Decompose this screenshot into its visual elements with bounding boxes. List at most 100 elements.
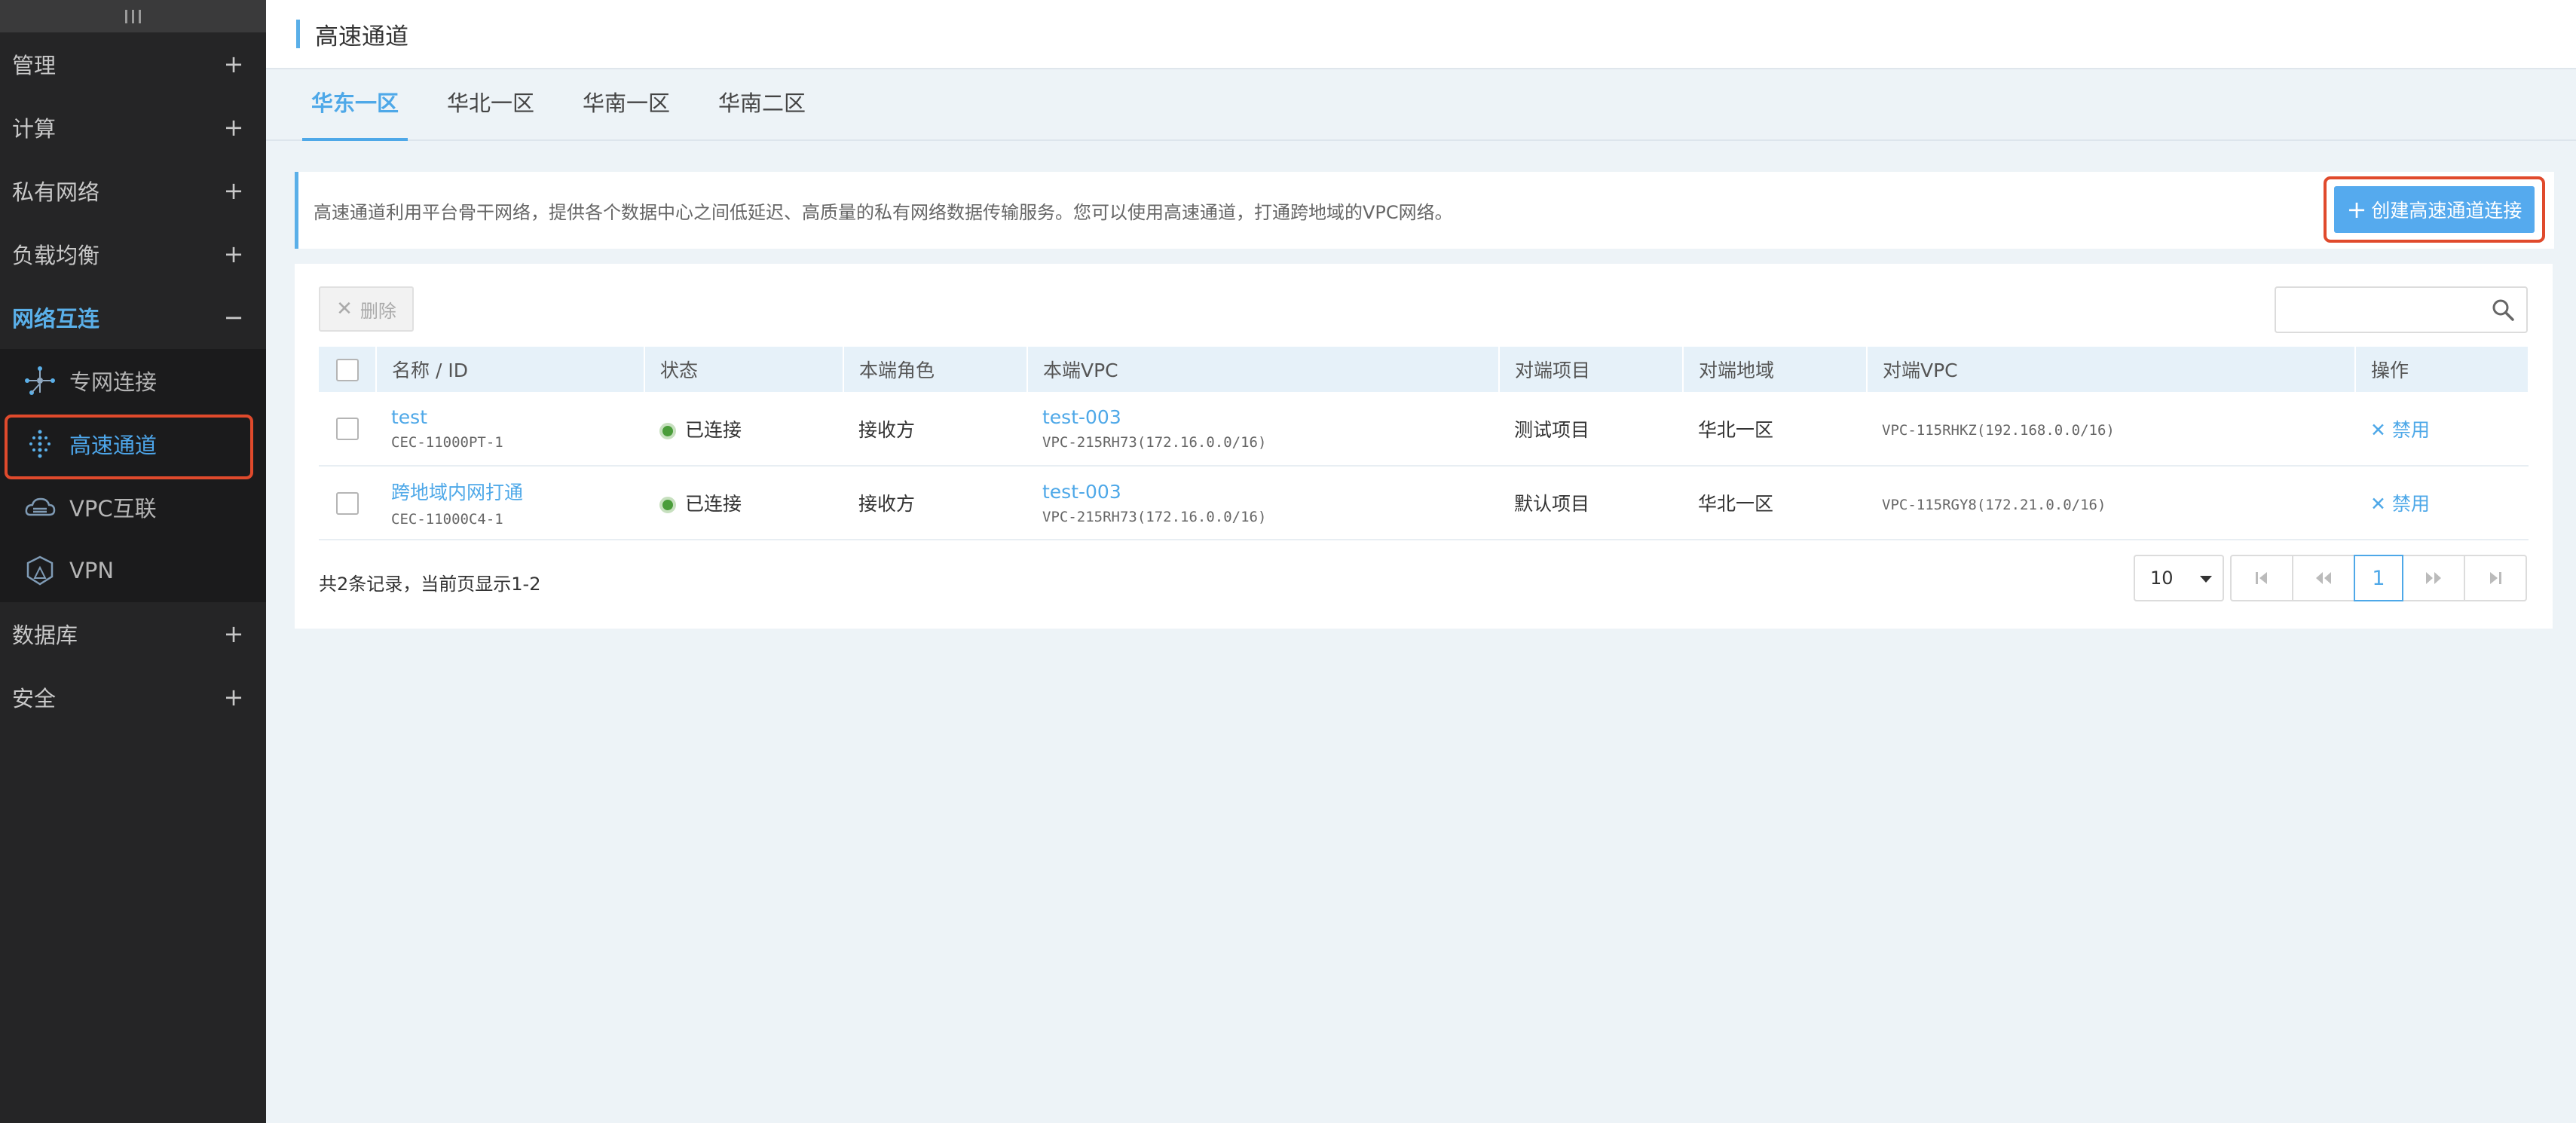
action-cell: ✕ 禁用 bbox=[2355, 466, 2529, 540]
peer-vpc-cell: VPC-115RGY8(172.21.0.0/16) bbox=[1867, 466, 2355, 540]
sidebar-collapse-toggle[interactable] bbox=[0, 0, 266, 32]
page-number-button[interactable]: 1 bbox=[2354, 555, 2403, 601]
pagination: 1 bbox=[2230, 555, 2527, 601]
expand-icon: + bbox=[223, 620, 244, 648]
create-express-channel-button[interactable]: + 创建高速通道连接 bbox=[2334, 186, 2535, 233]
first-page-button[interactable] bbox=[2230, 555, 2293, 601]
double-chevron-left-icon bbox=[2316, 572, 2331, 584]
peer-project-cell: 默认项目 bbox=[1499, 466, 1683, 540]
column-header: 本端角色 bbox=[843, 347, 1028, 392]
select-all-checkbox[interactable] bbox=[335, 358, 359, 381]
menu-group-load-balancing[interactable]: 负载均衡 + bbox=[0, 222, 266, 286]
express-channel-icon bbox=[29, 430, 50, 458]
header-checkbox-cell bbox=[319, 347, 377, 392]
role-cell: 接收方 bbox=[843, 392, 1027, 467]
delete-label: 删除 bbox=[359, 300, 396, 322]
status-connected-icon bbox=[659, 422, 676, 439]
search-box bbox=[2275, 286, 2528, 333]
shield-icon bbox=[26, 555, 54, 586]
next-page-button[interactable] bbox=[2402, 555, 2465, 601]
page-size-select[interactable]: 10 bbox=[2134, 555, 2224, 601]
region-tabs: 华东一区 华北一区 华南一区 华南二区 bbox=[266, 69, 2576, 141]
sidebar-item-vpn[interactable]: VPN bbox=[0, 539, 266, 602]
delete-button[interactable]: ✕ 删除 bbox=[319, 286, 414, 332]
row-checkbox[interactable] bbox=[336, 418, 359, 440]
sidebar-item-label: 高速通道 bbox=[69, 433, 158, 458]
connection-id: CEC-11000C4-1 bbox=[391, 511, 503, 528]
peer-project-cell: 测试项目 bbox=[1499, 392, 1683, 467]
menu-group-compute[interactable]: 计算 + bbox=[0, 96, 266, 159]
sidebar-item-express-channel[interactable]: 高速通道 bbox=[0, 412, 266, 479]
main-content: 高速通道 华东一区 华北一区 华南一区 华南二区 高速通道利用平台骨干网络，提供… bbox=[266, 0, 2576, 1123]
local-vpc-link[interactable]: test-003 bbox=[1042, 481, 1121, 503]
disable-button[interactable]: ✕ 禁用 bbox=[2370, 419, 2430, 441]
search-input[interactable] bbox=[2276, 288, 2480, 330]
status-text: 已连接 bbox=[685, 418, 742, 441]
menu-group-label: 负载均衡 bbox=[12, 243, 100, 268]
local-vpc-cell: test-003 VPC-215RH73(172.16.0.0/16) bbox=[1027, 392, 1499, 467]
title-marker bbox=[296, 20, 300, 48]
last-page-button[interactable] bbox=[2464, 555, 2527, 601]
column-header: 对端VPC bbox=[1867, 347, 2356, 392]
connection-id: CEC-11000PT-1 bbox=[391, 434, 503, 451]
menu-group-security[interactable]: 安全 + bbox=[0, 666, 266, 729]
create-button-highlight: + 创建高速通道连接 bbox=[2324, 176, 2545, 243]
info-notice: 高速通道利用平台骨干网络，提供各个数据中心之间低延迟、高质量的私有网络数据传输服… bbox=[295, 172, 2554, 249]
column-header: 操作 bbox=[2355, 347, 2529, 392]
table-row: test CEC-11000PT-1 已连接 接收方 test-003 VPC-… bbox=[319, 392, 2529, 467]
peer-vpc-cell: VPC-115RHKZ(192.168.0.0/16) bbox=[1867, 392, 2355, 467]
sidebar-item-vpc-peering[interactable]: VPC互联 bbox=[0, 476, 266, 539]
tab-north-china-1[interactable]: 华北一区 bbox=[447, 68, 534, 139]
collapse-icon: − bbox=[223, 303, 244, 332]
create-button-label: 创建高速通道连接 bbox=[2371, 200, 2522, 222]
column-header: 对端项目 bbox=[1499, 347, 1684, 392]
expand-icon: + bbox=[223, 240, 244, 268]
submenu-interconnect: 专网连接 高速通道 VPC互联 VPN bbox=[0, 349, 266, 602]
last-page-icon bbox=[2490, 572, 2501, 584]
close-icon: ✕ bbox=[2370, 418, 2386, 441]
menu-group-database[interactable]: 数据库 + bbox=[0, 602, 266, 666]
row-checkbox[interactable] bbox=[336, 491, 359, 515]
sidebar-item-label: VPC互联 bbox=[69, 496, 157, 522]
menu-group-interconnect[interactable]: 网络互连 − bbox=[0, 286, 266, 349]
action-cell: ✕ 禁用 bbox=[2355, 392, 2529, 467]
close-icon: ✕ bbox=[2370, 493, 2386, 515]
menu-bars-icon bbox=[125, 9, 141, 23]
app: 管理 + 计算 + 私有网络 + 负载均衡 + 网络互连 − 专网连接 高速通道… bbox=[0, 0, 2576, 1123]
disable-button[interactable]: ✕ 禁用 bbox=[2370, 493, 2430, 515]
role-cell: 接收方 bbox=[843, 466, 1027, 540]
cloud-link-icon bbox=[25, 497, 56, 516]
row-checkbox-cell bbox=[319, 466, 376, 540]
column-header: 状态 bbox=[644, 347, 844, 392]
menu-group-private-network[interactable]: 私有网络 + bbox=[0, 159, 266, 222]
notice-text: 高速通道利用平台骨干网络，提供各个数据中心之间低延迟、高质量的私有网络数据传输服… bbox=[314, 201, 1453, 223]
menu-group-management[interactable]: 管理 + bbox=[0, 32, 266, 96]
connection-name-link[interactable]: 跨地域内网打通 bbox=[391, 482, 523, 503]
network-node-icon bbox=[25, 366, 55, 395]
status-text: 已连接 bbox=[685, 493, 742, 515]
double-chevron-right-icon bbox=[2426, 572, 2441, 584]
disable-label: 禁用 bbox=[2391, 493, 2430, 515]
local-vpc-id: VPC-215RH73(172.16.0.0/16) bbox=[1042, 508, 1267, 525]
peer-vpc-id: VPC-115RGY8(172.21.0.0/16) bbox=[1882, 496, 2106, 513]
sidebar-item-label: 专网连接 bbox=[69, 369, 158, 395]
caret-down-icon bbox=[2200, 576, 2212, 583]
menu-group-label: 管理 bbox=[12, 53, 57, 78]
tab-south-china-2[interactable]: 华南二区 bbox=[718, 68, 806, 139]
connection-name-link[interactable]: test bbox=[391, 406, 427, 428]
close-icon: ✕ bbox=[336, 298, 353, 320]
menu-group-label: 网络互连 bbox=[12, 306, 100, 332]
peer-vpc-id: VPC-115RHKZ(192.168.0.0/16) bbox=[1882, 422, 2115, 439]
connection-table: 名称 / ID 状态 本端角色 本端VPC 对端项目 对端地域 对端VPC 操作 bbox=[319, 347, 2529, 540]
column-header: 本端VPC bbox=[1027, 347, 1500, 392]
sidebar-item-private-line[interactable]: 专网连接 bbox=[0, 349, 266, 412]
plus-icon: + bbox=[2346, 195, 2367, 224]
table-header-row: 名称 / ID 状态 本端角色 本端VPC 对端项目 对端地域 对端VPC 操作 bbox=[319, 347, 2529, 392]
search-icon[interactable] bbox=[2492, 298, 2514, 321]
menu-group-label: 安全 bbox=[12, 686, 57, 711]
menu-group-label: 私有网络 bbox=[12, 179, 100, 205]
local-vpc-link[interactable]: test-003 bbox=[1042, 406, 1121, 428]
prev-page-button[interactable] bbox=[2292, 555, 2355, 601]
tab-east-china-1[interactable]: 华东一区 bbox=[301, 68, 408, 141]
tab-south-china-1[interactable]: 华南一区 bbox=[583, 68, 670, 139]
